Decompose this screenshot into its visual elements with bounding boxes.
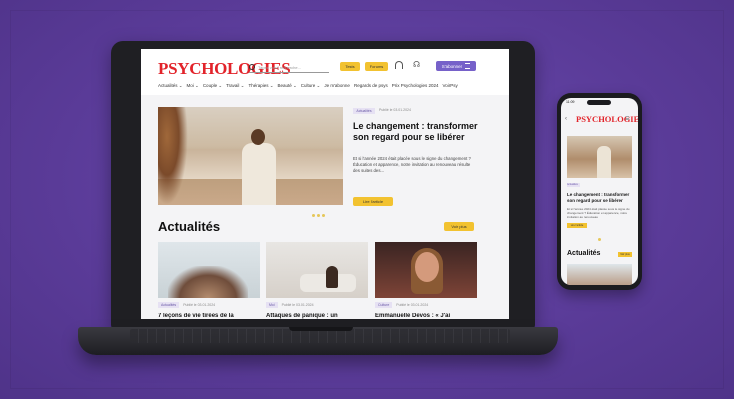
card-image <box>158 242 260 298</box>
podcast-icon[interactable] <box>395 61 403 69</box>
article-card[interactable]: Actualités Publié le 03.01.2024 7 leçons… <box>158 242 260 319</box>
tests-button[interactable]: Tests <box>340 62 360 71</box>
card-title[interactable]: Emmanuelle Devos : « J'ai <box>375 313 477 319</box>
card-tag[interactable]: Actualités <box>158 302 180 308</box>
phone-hero-tag[interactable]: Actualités <box>567 183 580 187</box>
card-meta: Moi Publié le 03.01.2024 <box>266 302 368 308</box>
article-card[interactable]: Moi Publié le 03.01.2024 Attaques de pan… <box>266 242 368 319</box>
laptop-screen: PSYCHOLOGIES Tapez votre recherche... Te… <box>141 49 509 319</box>
phone-dynamic-island <box>587 100 611 105</box>
search-icon <box>249 64 255 70</box>
phone-read-button[interactable]: Lire l'article <box>567 223 587 228</box>
carousel-dots <box>312 214 325 217</box>
phone-time: 11:09 <box>566 100 575 104</box>
main-nav: Actualités ⌄ Moi ⌄ Couple ⌄ Travail ⌄ Th… <box>158 83 503 89</box>
section-title: Actualités <box>158 219 221 234</box>
card-image-woman <box>326 266 338 288</box>
card-title[interactable]: Attaques de panique : un <box>266 313 368 319</box>
subscribe-button[interactable]: S'abonner <box>436 61 476 71</box>
nav-item[interactable]: Culture ⌄ <box>301 83 321 89</box>
phone-screen: 11:09 ‹ PSYCHOLOGIES ☰ Actualités Le cha… <box>561 98 638 285</box>
card-date: Publié le 03.01.2024 <box>281 303 314 307</box>
card-date: Publié le 03.01.2024 <box>396 303 429 307</box>
hero-date: Publié le 03.01.2024 <box>379 108 411 112</box>
carousel-dot[interactable] <box>317 214 320 217</box>
card-image-face <box>415 252 439 282</box>
card-meta: Culture Publié le 03.01.2024 <box>375 302 477 308</box>
back-icon[interactable]: ‹ <box>565 116 567 122</box>
phone-carousel-dot[interactable] <box>598 238 601 241</box>
hero-tag[interactable]: Actualités <box>353 108 375 114</box>
laptop-hinge-notch <box>289 327 353 331</box>
carousel-dot[interactable] <box>322 214 325 217</box>
hero-tree <box>158 107 188 205</box>
nav-item[interactable]: Beauté ⌄ <box>277 83 296 89</box>
phone-hero-title[interactable]: Le changement : transformer son regard p… <box>567 192 633 203</box>
phone-hero-image[interactable] <box>567 136 632 178</box>
menu-icon <box>465 63 471 69</box>
carousel-dot[interactable] <box>312 214 315 217</box>
read-article-button[interactable]: Lire l'article <box>353 197 393 206</box>
nav-item[interactable]: Couple ⌄ <box>203 83 222 89</box>
nav-item[interactable]: Actualités ⌄ <box>158 83 183 89</box>
phone-hero-person <box>597 146 611 178</box>
laptop-keyboard <box>130 329 510 343</box>
hero-excerpt: Et si l'année 2024 était placée sous le … <box>353 156 471 173</box>
hero-image[interactable] <box>158 107 343 205</box>
nav-item[interactable]: Regards de psys <box>354 83 388 89</box>
subscribe-label: S'abonner <box>441 63 463 69</box>
nav-item[interactable]: VoirPsy <box>443 83 458 89</box>
phone-section-title: Actualités <box>567 250 601 257</box>
card-tag[interactable]: Culture <box>375 302 393 308</box>
card-image <box>266 242 368 298</box>
card-image-people <box>168 266 248 298</box>
hero-title[interactable]: Le changement : transformer son regard p… <box>353 121 488 143</box>
card-tag[interactable]: Moi <box>266 302 278 308</box>
see-more-button[interactable]: Voir plus <box>444 222 474 231</box>
nav-item[interactable]: Je m'abonne <box>324 83 350 89</box>
article-card[interactable]: Culture Publié le 03.01.2024 Emmanuelle … <box>375 242 477 319</box>
card-date: Publié le 03.01.2024 <box>183 303 216 307</box>
nav-item[interactable]: Thérapies ⌄ <box>248 83 273 89</box>
phone-menu-icon[interactable]: ☰ <box>625 116 629 122</box>
phone-hero-excerpt: Et si l'année 2024 était placée sous le … <box>567 207 630 219</box>
search-placeholder: Tapez votre recherche... <box>258 64 301 70</box>
hero-person-head <box>251 129 265 145</box>
nav-item[interactable]: Moi ⌄ <box>187 83 199 89</box>
search-input[interactable]: Tapez votre recherche... <box>249 62 329 73</box>
card-image <box>375 242 477 298</box>
site-header: PSYCHOLOGIES Tapez votre recherche... Te… <box>141 49 509 95</box>
phone-see-more-button[interactable]: Voir plus <box>618 252 632 257</box>
hero-person <box>242 143 276 205</box>
card-title[interactable]: 7 leçons de vie tirées de la <box>158 313 260 319</box>
psy-icon[interactable]: ☊ <box>413 60 421 70</box>
forums-button[interactable]: Forums <box>365 62 388 71</box>
nav-item[interactable]: Prix Psychologies 2024 <box>392 83 439 89</box>
card-meta: Actualités Publié le 03.01.2024 <box>158 302 260 308</box>
phone-article-card[interactable] <box>567 264 632 285</box>
nav-item[interactable]: Travail ⌄ <box>226 83 244 89</box>
